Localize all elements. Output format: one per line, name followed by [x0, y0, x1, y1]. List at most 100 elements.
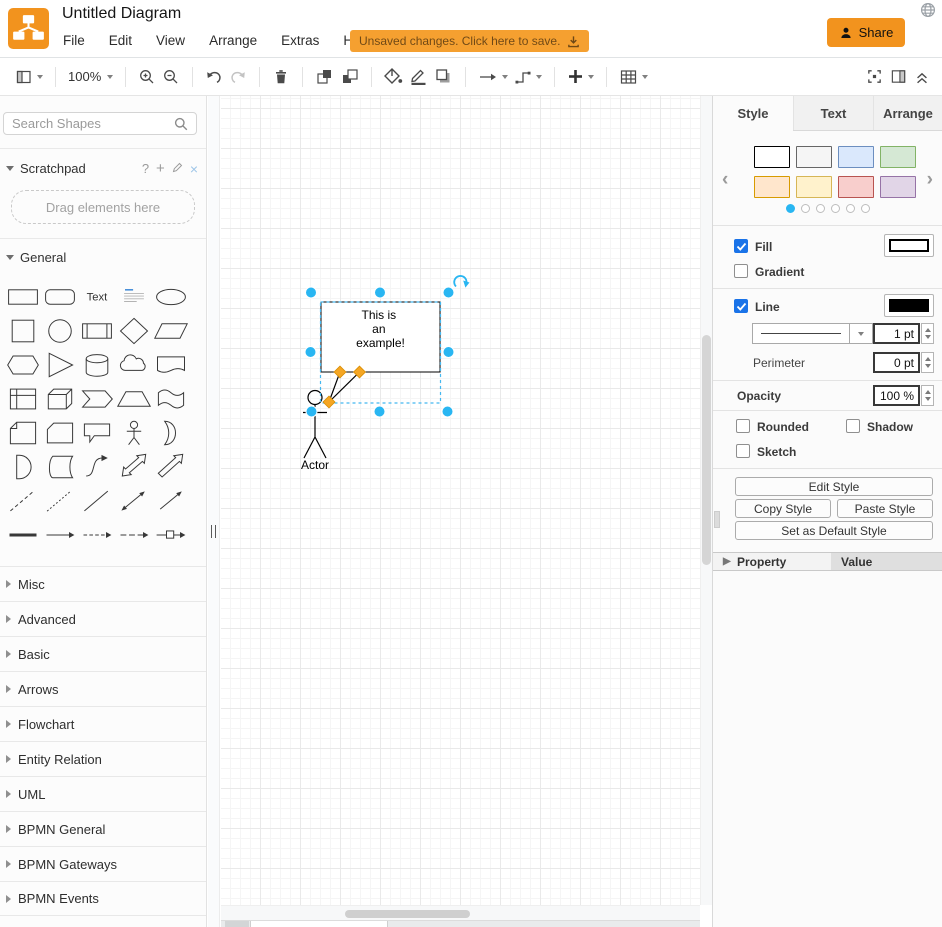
- pager-dot-5[interactable]: [861, 204, 870, 213]
- line-color-swatch-button[interactable]: [884, 294, 934, 317]
- collapse-toolbar-button[interactable]: [910, 64, 934, 90]
- shape-hexagon[interactable]: [4, 348, 41, 382]
- horizontal-scrollbar-thumb[interactable]: [345, 910, 470, 918]
- style-swatch-0[interactable]: [754, 146, 790, 168]
- opacity-stepper[interactable]: [921, 385, 934, 406]
- style-swatch-1[interactable]: [796, 146, 832, 168]
- to-front-button[interactable]: [312, 64, 337, 90]
- vertical-scrollbar[interactable]: [700, 96, 712, 905]
- shape-line[interactable]: [78, 484, 115, 518]
- shape-cube[interactable]: [41, 382, 78, 416]
- scratchpad-header[interactable]: Scratchpad ? + ×: [0, 149, 206, 186]
- table-button[interactable]: [616, 64, 651, 90]
- shape-diamond[interactable]: [115, 314, 152, 348]
- edit-style-button[interactable]: Edit Style: [735, 477, 933, 496]
- fit-page-button[interactable]: [862, 64, 886, 90]
- shape-actor[interactable]: [115, 416, 152, 450]
- style-swatch-2[interactable]: [838, 146, 874, 168]
- shape-internal-storage[interactable]: [4, 382, 41, 416]
- pager-dot-1[interactable]: [801, 204, 810, 213]
- shape-and[interactable]: [4, 450, 41, 484]
- shape-callout[interactable]: [78, 416, 115, 450]
- scratchpad-edit-icon[interactable]: [172, 161, 183, 176]
- shape-directional-connector[interactable]: [152, 484, 189, 518]
- gradient-checkbox[interactable]: [734, 264, 748, 278]
- sketch-checkbox[interactable]: [736, 444, 750, 458]
- menu-view[interactable]: View: [156, 33, 185, 48]
- shape-or[interactable]: [152, 416, 189, 450]
- style-swatch-5[interactable]: [796, 176, 832, 198]
- style-swatch-6[interactable]: [838, 176, 874, 198]
- shape-arrow[interactable]: [152, 450, 189, 484]
- sidebar-resizer[interactable]: [208, 96, 220, 927]
- search-shapes-input[interactable]: [3, 112, 197, 135]
- shape-bidirectional-connector[interactable]: [115, 484, 152, 518]
- rectangle-shape[interactable]: This is an example!: [321, 302, 440, 372]
- shape-trapezoid[interactable]: [115, 382, 152, 416]
- sidebar-section-bpmn-gateways[interactable]: BPMN Gateways: [0, 846, 206, 881]
- unsaved-changes-button[interactable]: Unsaved changes. Click here to save.: [350, 30, 589, 52]
- page-tab[interactable]: [250, 921, 388, 927]
- language-globe-icon[interactable]: [920, 2, 936, 21]
- shape-circle[interactable]: [41, 314, 78, 348]
- shape-card[interactable]: [41, 416, 78, 450]
- rotate-handle-icon[interactable]: [454, 276, 469, 288]
- shape-parallelogram[interactable]: [152, 314, 189, 348]
- fill-color-swatch-button[interactable]: [884, 234, 934, 257]
- shape-note[interactable]: [4, 416, 41, 450]
- tab-arrange[interactable]: Arrange: [873, 96, 942, 130]
- perimeter-stepper[interactable]: [921, 352, 934, 373]
- line-checkbox[interactable]: [734, 299, 748, 313]
- shape-dotted-line[interactable]: [41, 484, 78, 518]
- style-swatch-4[interactable]: [754, 176, 790, 198]
- menu-edit[interactable]: Edit: [109, 33, 132, 48]
- view-panels-button[interactable]: [12, 64, 46, 90]
- zoom-level-dropdown[interactable]: 100%: [65, 64, 116, 90]
- shape-text[interactable]: Text: [78, 280, 115, 314]
- shape-bidirectional-arrow[interactable]: [115, 450, 152, 484]
- paste-style-button[interactable]: Paste Style: [837, 499, 933, 518]
- shape-dashed-edge[interactable]: [78, 518, 115, 552]
- menu-arrange[interactable]: Arrange: [209, 33, 257, 48]
- shape-step[interactable]: [78, 382, 115, 416]
- shape-dashed-line[interactable]: [4, 484, 41, 518]
- pager-dot-4[interactable]: [846, 204, 855, 213]
- sidebar-section-basic[interactable]: Basic: [0, 636, 206, 671]
- style-swatch-3[interactable]: [880, 146, 916, 168]
- presets-prev-icon[interactable]: ‹: [722, 169, 728, 191]
- sidebar-section-bpmn-general[interactable]: BPMN General: [0, 811, 206, 846]
- delete-button[interactable]: [269, 64, 293, 90]
- shape-cloud[interactable]: [115, 348, 152, 382]
- line-width-field[interactable]: 1 pt: [873, 323, 920, 344]
- line-style-caret[interactable]: [849, 324, 872, 343]
- shape-cylinder[interactable]: [78, 348, 115, 382]
- shadow-button[interactable]: [431, 64, 456, 90]
- line-style-dropdown[interactable]: [752, 323, 873, 344]
- style-swatch-7[interactable]: [880, 176, 916, 198]
- shadow-checkbox[interactable]: [846, 419, 860, 433]
- scratchpad-add-icon[interactable]: +: [156, 160, 165, 177]
- share-button[interactable]: Share: [827, 18, 905, 47]
- edge[interactable]: [329, 372, 360, 402]
- shape-curve[interactable]: [78, 450, 115, 484]
- pager-dot-3[interactable]: [831, 204, 840, 213]
- pager-dot-2[interactable]: [816, 204, 825, 213]
- to-back-button[interactable]: [337, 64, 362, 90]
- menu-file[interactable]: File: [63, 33, 85, 48]
- shape-ellipse[interactable]: [152, 280, 189, 314]
- opacity-field[interactable]: 100 %: [873, 385, 920, 406]
- perimeter-field[interactable]: 0 pt: [873, 352, 920, 373]
- search-icon[interactable]: [174, 117, 188, 134]
- shape-link[interactable]: [4, 518, 41, 552]
- shape-arrow-edge[interactable]: [41, 518, 78, 552]
- zoom-in-button[interactable]: [135, 64, 159, 90]
- waypoint-style-button[interactable]: [511, 64, 545, 90]
- line-width-stepper[interactable]: [921, 323, 934, 344]
- fill-checkbox[interactable]: [734, 239, 748, 253]
- property-table-header[interactable]: ▶ Property Value: [713, 552, 942, 571]
- shape-dotted-edge[interactable]: [115, 518, 152, 552]
- sidebar-section-bpmn-events[interactable]: BPMN Events: [0, 881, 206, 916]
- vertical-scrollbar-thumb[interactable]: [702, 335, 711, 565]
- scratchpad-help-icon[interactable]: ?: [142, 161, 149, 176]
- sidebar-section-arrows[interactable]: Arrows: [0, 671, 206, 706]
